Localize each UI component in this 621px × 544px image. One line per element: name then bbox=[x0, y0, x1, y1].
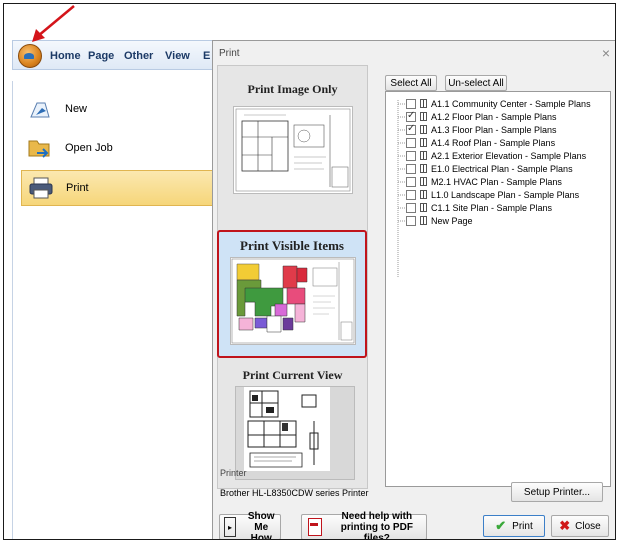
checkbox[interactable] bbox=[406, 215, 416, 226]
open-folder-icon bbox=[27, 136, 53, 160]
select-all-button[interactable]: Select All bbox=[385, 75, 437, 91]
list-item[interactable]: A1.3 Floor Plan - Sample Plans bbox=[406, 123, 557, 136]
pdf-help-button[interactable]: Need help with printing to PDF files? bbox=[301, 510, 427, 540]
print-button[interactable]: ✔ Print bbox=[483, 515, 545, 537]
menu-tab-other[interactable]: Other bbox=[124, 50, 153, 62]
printer-icon bbox=[28, 176, 54, 200]
page-icon bbox=[420, 177, 427, 186]
checkbox[interactable] bbox=[406, 163, 416, 174]
show-me-how-button[interactable]: ▸ Show Me How bbox=[219, 510, 281, 540]
list-item[interactable]: C1.1 Site Plan - Sample Plans bbox=[406, 201, 552, 214]
menu-item-open-job-label: Open Job bbox=[65, 142, 113, 154]
page-icon bbox=[420, 112, 427, 121]
list-item[interactable]: A1.2 Floor Plan - Sample Plans bbox=[406, 110, 557, 123]
option-print-image-only-label: Print Image Only bbox=[247, 82, 338, 96]
print-dialog: Print × Print Image Only Print Visible I… bbox=[212, 40, 615, 540]
menu-tab-view[interactable]: View bbox=[165, 50, 190, 62]
print-button-label: Print bbox=[512, 520, 533, 532]
dialog-title: Print bbox=[219, 48, 240, 59]
list-item[interactable]: M2.1 HVAC Plan - Sample Plans bbox=[406, 175, 562, 188]
current-view-thumbnail-image bbox=[235, 386, 355, 480]
page-icon bbox=[420, 125, 427, 134]
menu-item-print-label: Print bbox=[66, 182, 89, 194]
page-icon bbox=[420, 99, 427, 108]
option-print-current-view[interactable]: Print Current View bbox=[221, 362, 364, 482]
close-x-icon: ✖ bbox=[559, 518, 571, 533]
annotation-arrow bbox=[32, 5, 75, 42]
printer-group-label: Printer bbox=[220, 468, 247, 478]
option-print-visible-items[interactable]: Print Visible Items bbox=[217, 230, 367, 358]
page-list[interactable]: A1.1 Community Center - Sample Plans A1.… bbox=[385, 91, 611, 487]
menu-item-new-label: New bbox=[65, 103, 88, 115]
print-options-panel: Print Image Only Print Visible Items Pri… bbox=[217, 65, 368, 489]
checkbox[interactable] bbox=[406, 110, 416, 122]
app-menu-panel: New Open Job Print bbox=[12, 81, 215, 539]
unselect-all-button[interactable]: Un-select All bbox=[445, 75, 507, 91]
close-button-label: Close bbox=[575, 520, 601, 532]
dialog-close-icon[interactable]: × bbox=[602, 45, 610, 61]
page-icon bbox=[420, 216, 427, 225]
pdf-help-label: Need help with printing to PDF files? bbox=[340, 510, 413, 540]
option-print-visible-items-label: Print Visible Items bbox=[240, 238, 344, 253]
pdf-icon bbox=[308, 518, 322, 536]
page-icon bbox=[420, 151, 427, 160]
page-icon bbox=[420, 190, 427, 199]
plan-thumbnail-image bbox=[233, 106, 353, 194]
option-print-image-only[interactable]: Print Image Only bbox=[221, 70, 364, 218]
menu-item-print[interactable]: Print bbox=[21, 170, 213, 206]
checkbox[interactable] bbox=[406, 123, 416, 135]
menu-tab-e[interactable]: E bbox=[203, 50, 210, 62]
checkbox[interactable] bbox=[406, 137, 416, 148]
checkbox[interactable] bbox=[406, 189, 416, 200]
page-icon bbox=[420, 203, 427, 212]
option-print-current-view-label: Print Current View bbox=[242, 368, 343, 382]
list-item[interactable]: A1.1 Community Center - Sample Plans bbox=[406, 97, 591, 110]
checkbox[interactable] bbox=[406, 150, 416, 161]
screenshot-frame: Home Page Other View E New Open Job Prin… bbox=[3, 3, 616, 540]
setup-printer-button[interactable]: Setup Printer... bbox=[511, 482, 603, 502]
film-strip-icon: ▸ bbox=[224, 517, 237, 537]
list-item[interactable]: A1.4 Roof Plan - Sample Plans bbox=[406, 136, 555, 149]
menu-item-new[interactable]: New bbox=[21, 91, 213, 127]
printer-name: Brother HL-L8350CDW series Printer bbox=[220, 488, 369, 498]
checkmark-icon: ✔ bbox=[495, 518, 507, 533]
menu-item-open-job[interactable]: Open Job bbox=[21, 130, 213, 166]
checkbox[interactable] bbox=[406, 202, 416, 213]
page-icon bbox=[420, 164, 427, 173]
show-me-how-label: Show Me How bbox=[247, 510, 275, 540]
checkbox[interactable] bbox=[406, 98, 416, 109]
new-document-icon bbox=[27, 97, 53, 121]
list-item[interactable]: A2.1 Exterior Elevation - Sample Plans bbox=[406, 149, 586, 162]
close-button[interactable]: ✖ Close bbox=[551, 515, 609, 537]
list-item[interactable]: E1.0 Electrical Plan - Sample Plans bbox=[406, 162, 573, 175]
page-icon bbox=[420, 138, 427, 147]
list-item[interactable]: New Page bbox=[406, 214, 473, 227]
colored-plan-thumbnail-image bbox=[230, 257, 356, 345]
checkbox[interactable] bbox=[406, 176, 416, 187]
list-item[interactable]: L1.0 Landscape Plan - Sample Plans bbox=[406, 188, 579, 201]
